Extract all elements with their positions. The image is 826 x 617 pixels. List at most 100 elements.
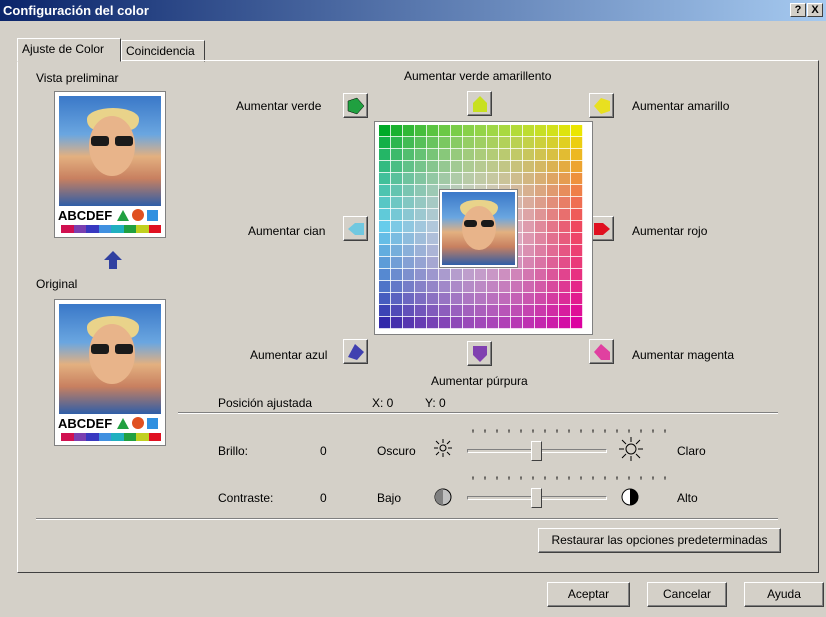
color-grid-cell[interactable] [391, 293, 403, 305]
color-grid-cell[interactable] [571, 185, 583, 197]
color-grid-cell[interactable] [523, 185, 535, 197]
color-grid-cell[interactable] [427, 161, 439, 173]
color-grid-cell[interactable] [451, 317, 463, 329]
color-grid-cell[interactable] [415, 185, 427, 197]
color-grid-cell[interactable] [547, 125, 559, 137]
color-grid-cell[interactable] [487, 317, 499, 329]
color-grid-cell[interactable] [451, 281, 463, 293]
color-grid-cell[interactable] [523, 257, 535, 269]
close-title-button[interactable]: X [807, 3, 823, 17]
color-grid-cell[interactable] [499, 269, 511, 281]
color-grid-cell[interactable] [535, 305, 547, 317]
color-grid-cell[interactable] [415, 293, 427, 305]
color-grid-cell[interactable] [535, 245, 547, 257]
color-grid-cell[interactable] [511, 137, 523, 149]
increase-purple-button[interactable] [467, 341, 492, 366]
color-grid-cell[interactable] [391, 185, 403, 197]
color-grid-cell[interactable] [547, 305, 559, 317]
color-grid-cell[interactable] [571, 257, 583, 269]
color-grid-cell[interactable] [559, 149, 571, 161]
ok-button[interactable]: Aceptar [547, 582, 630, 607]
color-grid-cell[interactable] [439, 137, 451, 149]
color-grid-cell[interactable] [379, 233, 391, 245]
color-grid-cell[interactable] [559, 221, 571, 233]
color-grid-cell[interactable] [463, 305, 475, 317]
color-grid-cell[interactable] [475, 317, 487, 329]
color-grid-cell[interactable] [391, 149, 403, 161]
color-grid-cell[interactable] [571, 137, 583, 149]
brightness-slider-thumb[interactable] [531, 441, 542, 461]
color-grid-cell[interactable] [463, 281, 475, 293]
color-grid-cell[interactable] [391, 197, 403, 209]
color-grid-cell[interactable] [475, 137, 487, 149]
color-grid-cell[interactable] [511, 149, 523, 161]
color-grid-cell[interactable] [451, 125, 463, 137]
color-grid-cell[interactable] [535, 293, 547, 305]
color-grid-cell[interactable] [415, 317, 427, 329]
color-grid-cell[interactable] [379, 317, 391, 329]
color-grid-cell[interactable] [451, 293, 463, 305]
color-grid-cell[interactable] [535, 257, 547, 269]
color-grid-cell[interactable] [463, 317, 475, 329]
color-grid-cell[interactable] [391, 257, 403, 269]
help-title-button[interactable]: ? [790, 3, 806, 17]
color-grid-cell[interactable] [547, 293, 559, 305]
color-grid-cell[interactable] [451, 137, 463, 149]
color-grid-cell[interactable] [559, 293, 571, 305]
color-grid-cell[interactable] [391, 281, 403, 293]
color-grid-cell[interactable] [559, 281, 571, 293]
color-grid-cell[interactable] [415, 233, 427, 245]
color-grid-cell[interactable] [415, 197, 427, 209]
color-grid-cell[interactable] [403, 173, 415, 185]
color-grid-cell[interactable] [487, 281, 499, 293]
color-grid-cell[interactable] [427, 293, 439, 305]
color-grid-cell[interactable] [535, 269, 547, 281]
tab-color-adjust[interactable]: Ajuste de Color [17, 38, 121, 62]
increase-magenta-button[interactable] [589, 339, 614, 364]
color-grid-cell[interactable] [535, 125, 547, 137]
color-grid-cell[interactable] [427, 245, 439, 257]
color-grid-cell[interactable] [475, 281, 487, 293]
color-grid-cell[interactable] [475, 173, 487, 185]
color-grid-cell[interactable] [487, 173, 499, 185]
color-grid-cell[interactable] [439, 305, 451, 317]
color-grid-cell[interactable] [499, 149, 511, 161]
color-grid-cell[interactable] [403, 269, 415, 281]
color-grid-cell[interactable] [571, 149, 583, 161]
color-grid-cell[interactable] [547, 281, 559, 293]
color-grid-cell[interactable] [415, 173, 427, 185]
color-grid-cell[interactable] [415, 305, 427, 317]
color-grid-cell[interactable] [379, 185, 391, 197]
color-grid-cell[interactable] [379, 149, 391, 161]
color-grid-cell[interactable] [379, 125, 391, 137]
color-grid-cell[interactable] [427, 185, 439, 197]
color-grid-cell[interactable] [403, 197, 415, 209]
color-grid-cell[interactable] [391, 173, 403, 185]
increase-green-button[interactable] [343, 93, 368, 118]
color-grid-cell[interactable] [379, 281, 391, 293]
color-grid-cell[interactable] [523, 233, 535, 245]
color-grid-cell[interactable] [499, 305, 511, 317]
color-grid-cell[interactable] [451, 149, 463, 161]
color-grid-cell[interactable] [403, 149, 415, 161]
color-grid-cell[interactable] [559, 245, 571, 257]
color-grid-cell[interactable] [475, 293, 487, 305]
color-grid-cell[interactable] [559, 173, 571, 185]
increase-green-yellow-button[interactable] [467, 91, 492, 116]
color-grid-cell[interactable] [379, 221, 391, 233]
color-grid-cell[interactable] [523, 221, 535, 233]
color-grid-cell[interactable] [535, 173, 547, 185]
color-grid-cell[interactable] [571, 245, 583, 257]
contrast-slider-thumb[interactable] [531, 488, 542, 508]
color-grid-cell[interactable] [427, 173, 439, 185]
color-grid[interactable] [374, 121, 593, 335]
color-grid-cell[interactable] [535, 149, 547, 161]
color-grid-cell[interactable] [487, 125, 499, 137]
color-grid-cell[interactable] [511, 293, 523, 305]
color-grid-cell[interactable] [499, 125, 511, 137]
color-grid-cell[interactable] [439, 173, 451, 185]
color-grid-cell[interactable] [511, 305, 523, 317]
color-grid-cell[interactable] [571, 173, 583, 185]
color-grid-cell[interactable] [571, 161, 583, 173]
color-grid-cell[interactable] [463, 137, 475, 149]
